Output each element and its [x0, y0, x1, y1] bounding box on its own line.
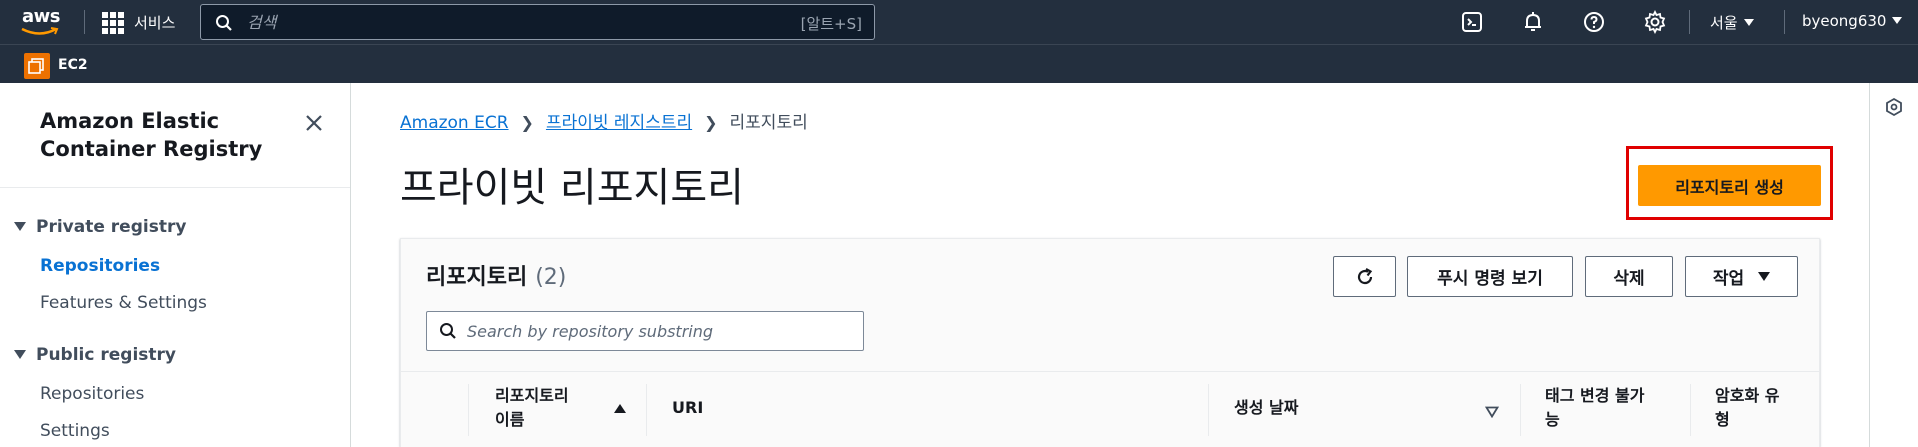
ec2-shortcut-label[interactable]: EC2	[58, 57, 88, 73]
actions-label: 작업	[1712, 269, 1745, 289]
repository-search-input[interactable]	[467, 320, 847, 342]
refresh-icon	[1357, 267, 1372, 284]
caret-down-icon	[1892, 17, 1903, 24]
section-label: Public registry	[36, 345, 177, 365]
column-tag-line1: 태그 변경 불가	[1545, 386, 1645, 405]
column-encryption-line1: 암호화 유	[1715, 386, 1780, 405]
breadcrumb-item-private-registry[interactable]: 프라이빗 레지스트리	[546, 113, 692, 133]
breadcrumb-item-current: 리포지토리	[729, 113, 808, 133]
sidebar-section-private-registry[interactable]: Private registry	[14, 217, 186, 237]
actions-dropdown[interactable]: 작업	[1685, 256, 1798, 297]
sidebar-title: Amazon Elastic Container Registry	[40, 109, 263, 161]
repositories-panel: 리포지토리 (2) 푸시 명령 보기 삭제 작업 리포지토리이름 URI 생성 날…	[400, 238, 1820, 447]
info-panel-icon[interactable]	[1884, 97, 1904, 117]
notifications-icon[interactable]	[1521, 10, 1545, 34]
nav-divider	[1784, 10, 1785, 34]
nav-divider	[1689, 10, 1690, 34]
column-divider	[1520, 384, 1521, 436]
sidebar-item-public-settings[interactable]: Settings	[40, 421, 110, 441]
breadcrumb-item-ecr[interactable]: Amazon ECR	[400, 113, 509, 133]
column-divider	[468, 384, 469, 436]
column-header-name[interactable]: 리포지토리이름	[495, 384, 569, 432]
create-repository-button[interactable]: 리포지토리 생성	[1638, 165, 1821, 206]
region-label: 서울	[1710, 14, 1738, 32]
column-header-uri[interactable]: URI	[672, 396, 703, 420]
caret-down-icon	[1743, 19, 1754, 26]
page-title: 프라이빗 리포지토리	[400, 165, 744, 211]
column-header-created-date[interactable]: 생성 날짜	[1234, 396, 1298, 420]
column-tag-line2: 능	[1545, 410, 1560, 429]
column-name-line2: 이름	[495, 410, 525, 429]
sort-ascending-icon[interactable]	[614, 404, 626, 413]
search-icon	[216, 15, 232, 31]
service-shortcut-bar: EC2	[0, 44, 1918, 83]
refresh-button[interactable]	[1333, 256, 1396, 297]
account-menu[interactable]: byeong630	[1802, 12, 1903, 30]
services-grid-icon[interactable]	[102, 12, 124, 34]
breadcrumb: Amazon ECR ❯ 프라이빗 레지스트리 ❯ 리포지토리	[400, 108, 808, 133]
column-encryption-line2: 형	[1715, 410, 1730, 429]
services-menu[interactable]: 서비스	[134, 12, 175, 33]
search-shortcut-hint: [알트+S]	[800, 15, 862, 33]
delete-button[interactable]: 삭제	[1585, 256, 1673, 297]
column-divider	[1690, 384, 1691, 436]
settings-icon[interactable]	[1643, 10, 1667, 34]
search-icon	[440, 323, 456, 339]
caret-down-icon	[1758, 272, 1771, 281]
account-username: byeong630	[1802, 12, 1887, 30]
sidebar-section-public-registry[interactable]: Public registry	[14, 345, 176, 365]
section-label: Private registry	[36, 217, 187, 237]
table-header: 리포지토리이름 URI 생성 날짜 태그 변경 불가능 암호화 유형	[401, 371, 1819, 447]
expand-icon	[14, 222, 26, 231]
cloudshell-icon[interactable]	[1460, 10, 1484, 34]
close-icon[interactable]	[302, 111, 326, 135]
repository-search[interactable]	[426, 311, 864, 351]
chevron-right-icon: ❯	[520, 113, 534, 132]
column-header-tag-immutability[interactable]: 태그 변경 불가능	[1545, 384, 1644, 432]
top-navigation: aws 서비스 [알트+S] 서울 byeong630	[0, 0, 1918, 44]
panel-title-text: 리포지토리	[426, 265, 528, 290]
nav-divider	[84, 10, 85, 34]
global-search[interactable]: [알트+S]	[200, 4, 875, 40]
region-selector[interactable]: 서울	[1710, 12, 1754, 33]
repository-count: (2)	[535, 265, 567, 290]
sidebar-divider	[0, 187, 350, 188]
column-divider	[1208, 384, 1209, 436]
expand-icon	[14, 350, 26, 359]
column-name-line1: 리포지토리	[495, 386, 569, 405]
global-search-input[interactable]	[247, 10, 747, 34]
column-divider	[646, 384, 647, 436]
help-icon[interactable]	[1582, 10, 1606, 34]
column-header-encryption-type[interactable]: 암호화 유형	[1715, 384, 1779, 432]
sidebar-item-features-settings[interactable]: Features & Settings	[40, 293, 207, 313]
panel-title: 리포지토리 (2)	[426, 259, 566, 291]
chevron-right-icon: ❯	[704, 113, 718, 132]
sort-descending-icon[interactable]	[1485, 406, 1499, 418]
aws-logo[interactable]: aws	[20, 6, 64, 36]
utility-rail	[1869, 83, 1918, 447]
view-push-commands-button[interactable]: 푸시 명령 보기	[1407, 256, 1573, 297]
ec2-icon[interactable]	[24, 53, 50, 79]
panel-header: 리포지토리 (2) 푸시 명령 보기 삭제 작업	[401, 239, 1819, 371]
side-navigation: Amazon Elastic Container Registry Privat…	[0, 83, 351, 447]
sidebar-item-public-repositories[interactable]: Repositories	[40, 384, 144, 404]
sidebar-item-private-repositories[interactable]: Repositories	[40, 256, 160, 276]
